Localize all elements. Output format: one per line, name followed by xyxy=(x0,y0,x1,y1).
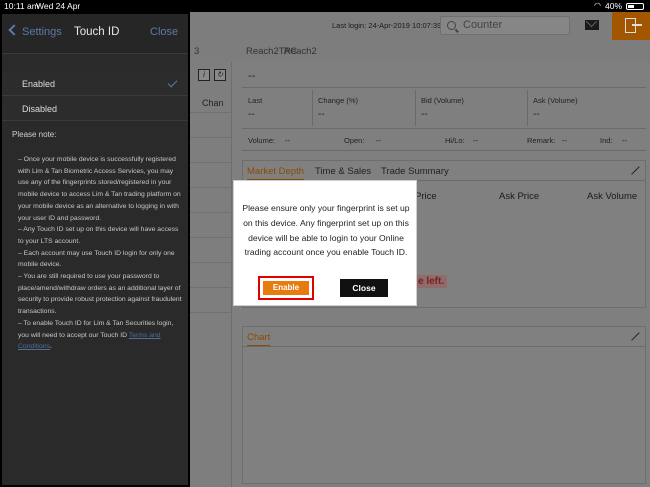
mail-icon[interactable] xyxy=(585,20,599,30)
enable-highlight: Enable xyxy=(258,276,314,300)
ind-label: Ind: xyxy=(600,136,613,145)
search-icon xyxy=(447,21,456,30)
status-right: ◠ 40% xyxy=(594,0,644,12)
tab-reach2[interactable]: Reach2 xyxy=(284,46,317,57)
watchlist-tabs: 3 Reach2TAC Reach2 xyxy=(190,40,650,62)
counter-search-input[interactable]: Counter xyxy=(440,16,570,35)
chart-panel-header: Chart xyxy=(243,327,645,347)
touch-id-confirm-dialog: Please ensure only your fingerprint is s… xyxy=(233,180,417,306)
tab-trade-summary[interactable]: Trade Summary xyxy=(381,166,449,177)
logout-button[interactable] xyxy=(612,12,650,40)
touch-id-panel: Settings Touch ID Close Enabled Disabled… xyxy=(0,12,190,487)
tab-time-sales[interactable]: Time & Sales xyxy=(315,166,371,177)
notice-text: e left. xyxy=(415,275,448,288)
settings-back-button[interactable]: Settings xyxy=(8,24,62,38)
option-enabled[interactable]: Enabled xyxy=(2,72,188,96)
open-value: -- xyxy=(376,136,381,145)
chevron-left-icon xyxy=(8,24,20,36)
quote-title: -- xyxy=(248,70,256,82)
refresh-icon[interactable]: ↻ xyxy=(214,69,226,81)
watchlist-column: i ↻ Chan xyxy=(190,62,232,487)
wifi-icon: ◠ xyxy=(594,1,601,10)
battery-percent: 40% xyxy=(604,1,622,11)
ask-value: -- xyxy=(533,109,540,120)
col-ask-volume: Ask Volume xyxy=(587,191,638,202)
hilo-label: Hi/Lo: xyxy=(445,136,465,145)
bid-label: Bid (Volume) xyxy=(421,96,464,105)
open-label: Open: xyxy=(344,136,365,145)
dialog-close-button[interactable]: Close xyxy=(340,279,388,297)
touch-id-title: Touch ID xyxy=(74,26,120,38)
last-value: -- xyxy=(248,109,255,120)
volume-value: -- xyxy=(285,136,290,145)
check-icon xyxy=(167,77,178,88)
last-label: Last xyxy=(248,96,263,105)
chart-expand-icon[interactable] xyxy=(630,332,639,341)
chart-panel: Chart xyxy=(242,326,646,484)
tab-market-depth[interactable]: Market Depth xyxy=(247,166,305,180)
remark-value: -- xyxy=(562,136,567,145)
hilo-value: -- xyxy=(473,136,478,145)
remark-label: Remark: xyxy=(527,136,556,145)
expand-icon[interactable] xyxy=(630,166,639,175)
option-disabled-label: Disabled xyxy=(22,104,58,114)
touch-id-nav: Settings Touch ID Close xyxy=(2,14,188,54)
touch-id-close-button[interactable]: Close xyxy=(150,26,178,38)
option-disabled[interactable]: Disabled xyxy=(2,97,188,121)
option-enabled-label: Enabled xyxy=(22,79,56,89)
change-label: Change (%) xyxy=(318,96,359,105)
enable-button[interactable]: Enable xyxy=(263,281,309,295)
change-header: Chan xyxy=(202,98,224,108)
change-value: -- xyxy=(318,109,325,120)
search-placeholder: Counter xyxy=(463,19,503,31)
col-ask-price: Ask Price xyxy=(499,191,540,202)
ask-label: Ask (Volume) xyxy=(533,96,578,105)
last-login-text: Last login: 24-Apr-2019 10:07:39 xyxy=(332,21,442,30)
ind-value: -- xyxy=(622,136,627,145)
please-note-label: Please note: xyxy=(12,130,57,139)
info-icon[interactable]: i xyxy=(198,69,210,81)
chart-title: Chart xyxy=(247,332,271,346)
touch-id-notes: – Once your mobile device is successfull… xyxy=(18,156,182,351)
dialog-message: Please ensure only your fingerprint is s… xyxy=(242,203,410,258)
volume-label: Volume: xyxy=(248,136,276,145)
battery-icon xyxy=(626,2,644,10)
status-time: 10:11 am xyxy=(4,1,39,11)
status-bar: 10:11 am Wed 24 Apr ◠ 40% xyxy=(0,0,650,12)
market-panel-tabs: Market Depth Time & Sales Trade Summary xyxy=(243,161,645,181)
tab-3[interactable]: 3 xyxy=(194,46,199,57)
status-date: Wed 24 Apr xyxy=(36,1,81,11)
col-price: Price xyxy=(415,191,437,202)
bid-value: -- xyxy=(421,109,428,120)
